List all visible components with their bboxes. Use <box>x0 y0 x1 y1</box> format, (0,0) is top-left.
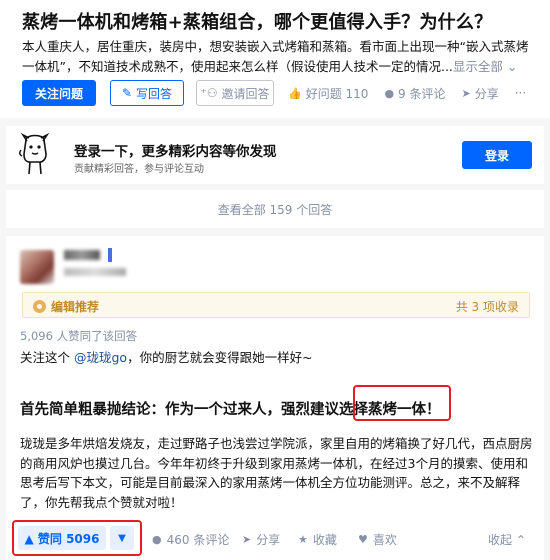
good-question-label: 好问题 110 <box>305 86 369 101</box>
question-action-bar: 关注问题 ✎ 写回答 ⁺⚇ 邀请回答 👍 好问题 110 ● 9 条评论 ➤ 分… <box>22 80 526 106</box>
avatar[interactable] <box>20 250 54 284</box>
agree-count: 5,096 人赞同了该回答 <box>20 329 138 343</box>
author-name-blurred[interactable] <box>64 250 100 260</box>
follow-author-line: 关注这个 @珑珑go，你的厨艺就会变得跟她一样好~ <box>20 347 313 366</box>
collapse-button[interactable]: 收起 ⌃ <box>488 531 526 548</box>
mascot-icon <box>19 132 50 175</box>
highlight-annotation <box>353 385 451 421</box>
answer-comments-button[interactable]: ● 460 条评论 <box>152 531 229 548</box>
invite-answer-label: 邀请回答 <box>221 86 270 101</box>
answer-paragraph: 珑珑是多年烘焙发烧友，走过野路子也浅尝过学院派，家里自用的烤箱换了好几代，西点厨… <box>20 436 533 510</box>
login-banner-title: 登录一下，更多精彩内容等你发现 <box>74 144 277 160</box>
answer-share-button[interactable]: ➤ 分享 <box>242 531 280 548</box>
thumbs-up-icon: 👍 <box>288 86 302 100</box>
question-share-label: 分享 <box>474 86 499 101</box>
question-description: 本人重庆人，居住重庆，装房中，想安装嵌入式烤箱和蒸箱。看市面上出现一种“嵌入式蒸… <box>22 37 534 77</box>
view-all-answers-link[interactable]: 查看全部 159 个回答 <box>6 190 544 228</box>
follow-author-prefix: 关注这个 <box>20 350 74 365</box>
write-answer-label: 写回答 <box>136 86 173 101</box>
favorite-button[interactable]: ★ 收藏 <box>298 531 337 548</box>
share-icon: ➤ <box>461 86 471 100</box>
heart-icon: ♥ <box>358 533 368 546</box>
upvote-button[interactable]: ▲ 赞同 5096 <box>18 526 106 550</box>
write-answer-button[interactable]: ✎ 写回答 <box>110 80 184 106</box>
editor-pick: 编辑推荐 <box>33 298 99 315</box>
question-card: 蒸烤一体机和烤箱+蒸箱组合，哪个更值得入手？为什么？ 本人重庆人，居住重庆，装房… <box>0 0 550 118</box>
downvote-button[interactable]: ▼ <box>110 526 134 550</box>
star-icon: ★ <box>298 533 308 546</box>
comment-icon: ● <box>152 533 162 546</box>
collections-count[interactable]: 共 3 项收录 <box>456 298 519 315</box>
show-all-link[interactable]: 显示全部 ⌄ <box>453 59 517 74</box>
login-banner-subtitle: 贡献精彩回答，参与评论互动 <box>74 164 204 175</box>
login-banner: 登录一下，更多精彩内容等你发现 贡献精彩回答，参与评论互动 登录 <box>6 126 544 184</box>
answer-comments-label: 460 条评论 <box>166 533 230 547</box>
badge-icon <box>33 300 46 313</box>
like-button[interactable]: ♥ 喜欢 <box>358 531 397 548</box>
question-comments-label: 9 条评论 <box>398 86 446 101</box>
favorite-label: 收藏 <box>312 533 337 547</box>
answer-action-bar: ▲ 赞同 5096 ▼ ● 460 条评论 ➤ 分享 ★ 收藏 ♥ 喜欢 收起 … <box>6 520 544 560</box>
answer-card: 编辑推荐 共 3 项收录 5,096 人赞同了该回答 关注这个 @珑珑go，你的… <box>6 236 544 560</box>
editor-pick-bar[interactable]: 编辑推荐 共 3 项收录 <box>22 292 530 318</box>
more-options-button[interactable]: ··· <box>515 86 526 100</box>
answer-share-label: 分享 <box>256 533 281 547</box>
editor-pick-label: 编辑推荐 <box>51 300 100 314</box>
pencil-icon: ✎ <box>121 86 133 100</box>
comment-icon: ● <box>384 86 395 100</box>
author-badge-icon <box>108 248 112 262</box>
follow-question-button[interactable]: 关注问题 <box>22 80 96 106</box>
like-label: 喜欢 <box>372 533 397 547</box>
author-headline-blurred <box>64 268 126 276</box>
good-question-button[interactable]: 👍 好问题 110 <box>288 85 368 102</box>
question-share-button[interactable]: ➤ 分享 <box>462 85 499 102</box>
invite-answer-button[interactable]: ⁺⚇ 邀请回答 <box>196 80 274 106</box>
author-mention-link[interactable]: @珑珑go <box>74 350 127 365</box>
login-button[interactable]: 登录 <box>462 141 532 169</box>
add-user-icon: ⁺⚇ <box>200 86 218 100</box>
question-title[interactable]: 蒸烤一体机和烤箱+蒸箱组合，哪个更值得入手？为什么？ <box>22 8 492 34</box>
share-icon: ➤ <box>242 533 252 546</box>
question-comments-button[interactable]: ● 9 条评论 <box>384 85 445 102</box>
follow-author-suffix: ，你的厨艺就会变得跟她一样好~ <box>127 350 313 365</box>
